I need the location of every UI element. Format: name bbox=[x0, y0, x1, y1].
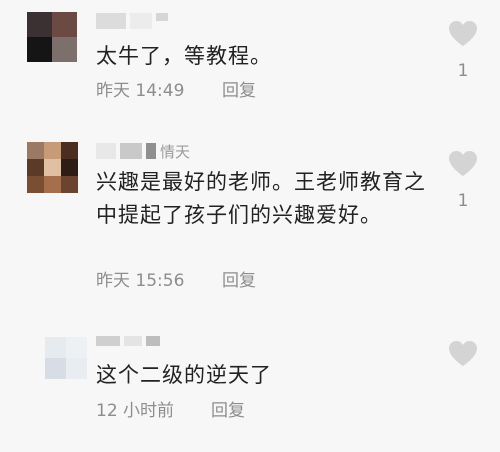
blurred-name bbox=[124, 336, 142, 346]
comment-time: 昨天 15:56 bbox=[96, 271, 185, 291]
reply-button[interactable]: 回复 bbox=[222, 80, 256, 102]
username[interactable]: 情天 bbox=[96, 142, 190, 162]
heart-icon bbox=[449, 21, 477, 46]
comment-text: 太牛了，等教程。 bbox=[96, 44, 272, 68]
like-button[interactable]: 1 bbox=[444, 150, 482, 211]
reply-button[interactable]: 回复 bbox=[211, 400, 245, 422]
comment-text: 这个二级的逆天了 bbox=[96, 363, 272, 387]
blurred-name bbox=[120, 143, 142, 159]
like-button[interactable] bbox=[444, 340, 482, 381]
blurred-name bbox=[146, 336, 160, 346]
blurred-name bbox=[156, 13, 168, 21]
reply-button[interactable]: 回复 bbox=[222, 270, 256, 292]
username[interactable] bbox=[96, 12, 172, 32]
like-count: 1 bbox=[457, 191, 469, 211]
blurred-name bbox=[96, 13, 126, 29]
like-count: 1 bbox=[457, 61, 469, 81]
username[interactable] bbox=[96, 335, 164, 355]
comment-time: 12 小时前 bbox=[96, 401, 175, 421]
heart-icon bbox=[449, 341, 477, 366]
blurred-name bbox=[96, 336, 120, 346]
blurred-name bbox=[146, 143, 156, 159]
avatar[interactable] bbox=[45, 337, 87, 379]
heart-icon bbox=[449, 151, 477, 176]
comment-time: 昨天 14:49 bbox=[96, 81, 185, 101]
username-text: 情天 bbox=[160, 143, 191, 161]
blurred-name bbox=[130, 13, 152, 29]
like-button[interactable]: 1 bbox=[444, 20, 482, 81]
comment-text: 兴趣是最好的老师。王老师教育之中提起了孩子们的兴趣爱好。 bbox=[96, 170, 426, 227]
avatar[interactable] bbox=[27, 142, 78, 193]
blurred-name bbox=[96, 143, 116, 159]
avatar[interactable] bbox=[27, 12, 77, 62]
